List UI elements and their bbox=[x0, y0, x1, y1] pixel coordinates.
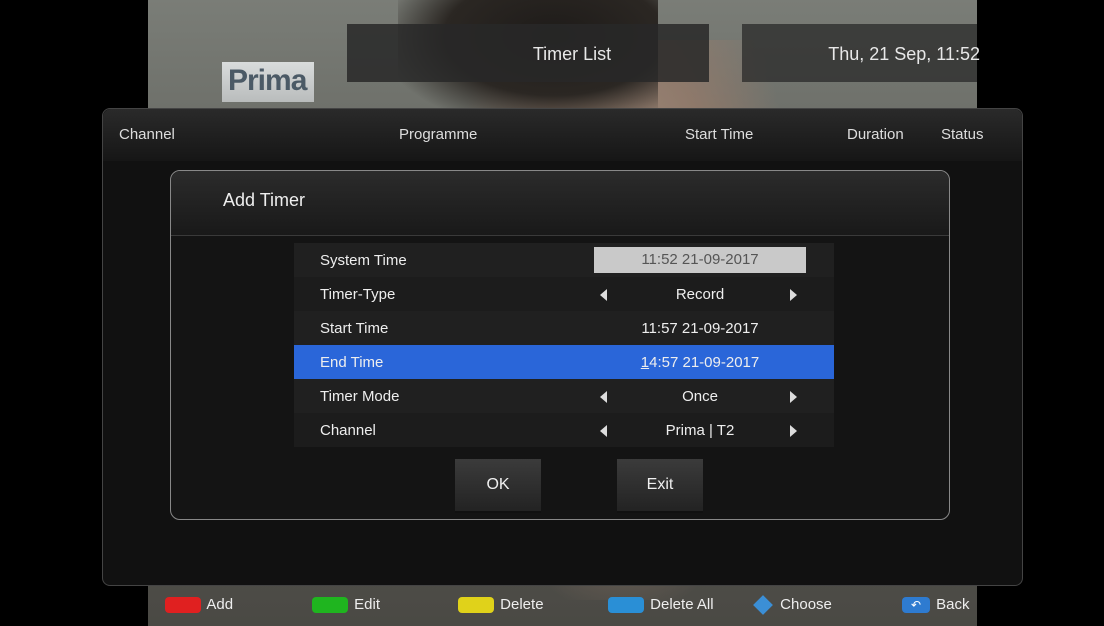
start-time-value[interactable]: 11:57 21-09-2017 bbox=[594, 320, 806, 337]
add-timer-dialog: Add Timer System Time 11:52 21-09-2017 T… bbox=[170, 170, 950, 520]
timer-fields: System Time 11:52 21-09-2017 Timer-Type … bbox=[294, 243, 834, 447]
key-label: Delete All bbox=[650, 596, 714, 613]
key-delete-all[interactable]: Delete All bbox=[608, 596, 714, 616]
field-label: End Time bbox=[320, 354, 384, 371]
arrow-right-icon[interactable] bbox=[790, 289, 797, 301]
key-delete[interactable]: Delete bbox=[458, 596, 544, 616]
key-bar: Add Edit Delete Delete All Choose ↶ Back bbox=[0, 592, 1104, 626]
ok-button[interactable]: OK bbox=[455, 459, 541, 513]
end-time-rest: 4:57 21-09-2017 bbox=[649, 354, 760, 371]
arrow-right-icon[interactable] bbox=[790, 425, 797, 437]
field-end-time[interactable]: End Time 14:57 21-09-2017 bbox=[294, 345, 834, 379]
blue-key-icon bbox=[608, 597, 644, 614]
field-start-time[interactable]: Start Time 11:57 21-09-2017 bbox=[294, 311, 834, 345]
key-add[interactable]: Add bbox=[165, 596, 233, 616]
field-label: Start Time bbox=[320, 320, 389, 337]
dialog-header: Add Timer bbox=[171, 171, 949, 236]
dialog-title: Add Timer bbox=[223, 190, 306, 210]
field-system-time: System Time 11:52 21-09-2017 bbox=[294, 243, 834, 277]
key-choose[interactable]: Choose bbox=[753, 595, 832, 616]
column-header-status: Status bbox=[941, 126, 984, 143]
key-label: Add bbox=[206, 596, 234, 613]
field-timer-type[interactable]: Timer-Type Record bbox=[294, 277, 834, 311]
field-label: Timer-Type bbox=[320, 286, 396, 303]
yellow-key-icon bbox=[458, 597, 494, 614]
back-return-icon: ↶ bbox=[902, 597, 930, 614]
field-label: Channel bbox=[320, 422, 376, 439]
key-label: Delete bbox=[500, 596, 544, 613]
field-label: Timer Mode bbox=[320, 388, 400, 405]
key-label: Choose bbox=[780, 596, 832, 613]
key-label: Back bbox=[936, 596, 970, 613]
timer-mode-value[interactable]: Once bbox=[594, 388, 806, 405]
field-timer-mode[interactable]: Timer Mode Once bbox=[294, 379, 834, 413]
column-header-duration: Duration bbox=[847, 126, 904, 143]
field-label: System Time bbox=[320, 252, 407, 269]
edit-cursor: 1 bbox=[640, 354, 650, 371]
datetime: Thu, 21 Sep, 11:52 bbox=[828, 44, 980, 64]
end-time-value[interactable]: 14:57 21-09-2017 bbox=[594, 354, 806, 371]
list-header: Channel Programme Start Time Duration St… bbox=[103, 109, 1022, 161]
field-channel[interactable]: Channel Prima | T2 bbox=[294, 413, 834, 447]
key-label: Edit bbox=[354, 596, 381, 613]
page-title: Timer List bbox=[532, 44, 612, 64]
key-edit[interactable]: Edit bbox=[312, 596, 380, 616]
green-key-icon bbox=[312, 597, 348, 614]
arrow-right-icon[interactable] bbox=[790, 391, 797, 403]
system-time-value: 11:52 21-09-2017 bbox=[594, 247, 806, 273]
key-back[interactable]: ↶ Back bbox=[902, 596, 970, 616]
column-header-programme: Programme bbox=[399, 126, 478, 143]
column-header-channel: Channel bbox=[119, 126, 175, 143]
exit-button[interactable]: Exit bbox=[617, 459, 703, 513]
navigation-arrows-icon bbox=[753, 595, 773, 615]
channel-value[interactable]: Prima | T2 bbox=[594, 422, 806, 439]
red-key-icon bbox=[165, 597, 201, 614]
column-header-start-time: Start Time bbox=[685, 126, 754, 143]
channel-logo: Prima bbox=[222, 62, 314, 102]
timer-type-value[interactable]: Record bbox=[594, 286, 806, 303]
